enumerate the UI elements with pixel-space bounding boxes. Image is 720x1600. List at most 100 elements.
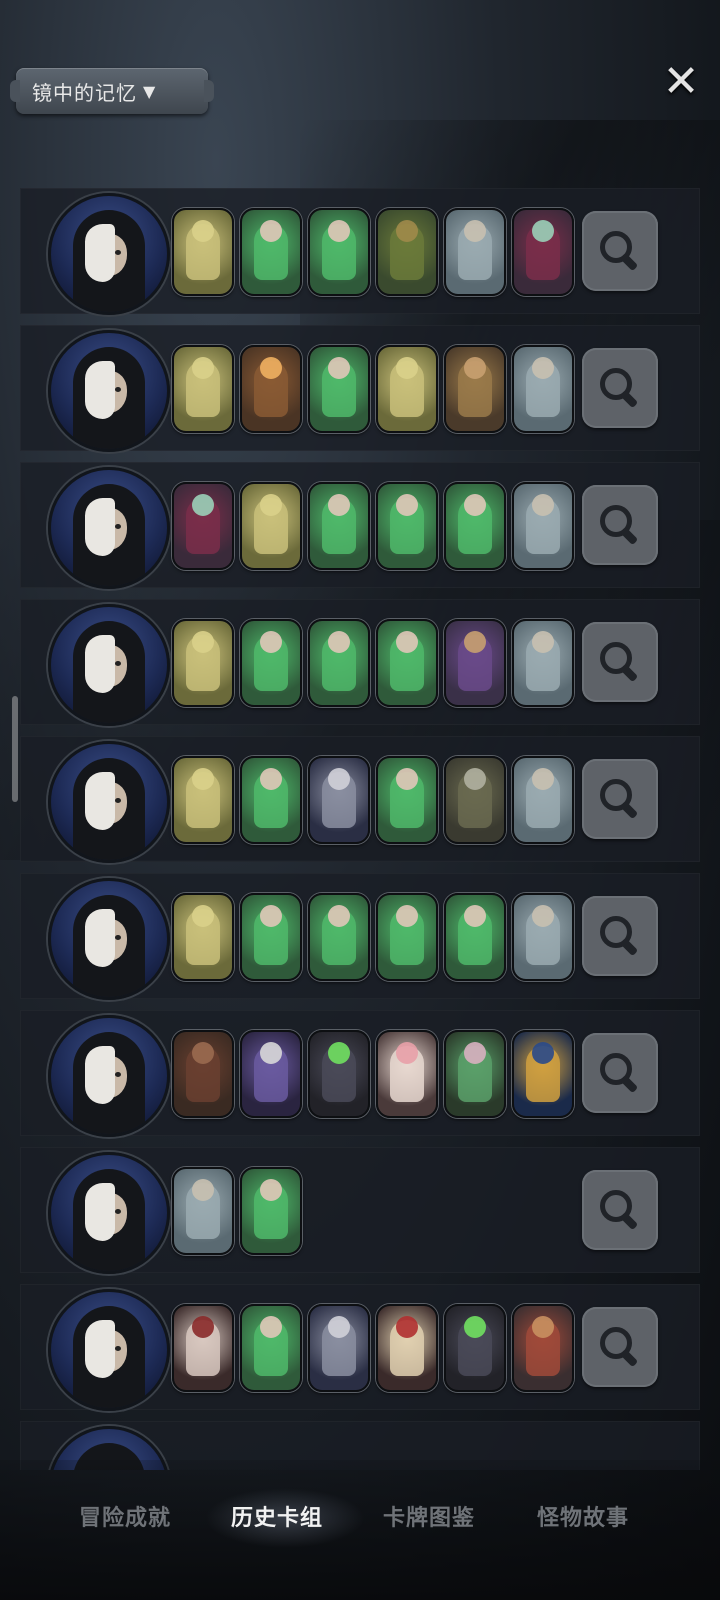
green-hair-sorceress-card[interactable]	[308, 619, 370, 707]
card-figure-head	[192, 768, 214, 790]
close-button[interactable]: ✕	[656, 56, 706, 107]
green-hair-sorceress-card[interactable]	[240, 893, 302, 981]
view-deck-button[interactable]	[582, 759, 658, 839]
card-figure-head	[396, 768, 418, 790]
tree-golem-card[interactable]	[240, 345, 302, 433]
tentacle-monster-card[interactable]	[172, 345, 234, 433]
card-figure-head	[396, 220, 418, 242]
card-figure-head	[328, 357, 350, 379]
horned-beast-card[interactable]	[376, 208, 438, 296]
hooded-mage-card[interactable]	[444, 619, 506, 707]
deck-row	[20, 1284, 700, 1411]
card-figure-head	[328, 494, 350, 516]
green-hair-sorceress-card[interactable]	[376, 619, 438, 707]
hero-avatar	[48, 741, 170, 863]
card-figure-head	[260, 631, 282, 653]
card-figure-head	[260, 1316, 282, 1338]
eye-shape	[115, 661, 121, 666]
eye-shape	[115, 250, 121, 255]
view-deck-button[interactable]	[582, 1307, 658, 1387]
view-deck-button[interactable]	[582, 348, 658, 428]
winged-demon-card[interactable]	[512, 756, 574, 844]
search-icon-handle	[619, 1074, 639, 1094]
tentacle-monster-card[interactable]	[172, 893, 234, 981]
view-deck-button[interactable]	[582, 211, 658, 291]
tab-history-decks[interactable]: 历史卡组	[197, 1500, 357, 1536]
card-figure-head	[192, 220, 214, 242]
hooded-assassin-card[interactable]	[308, 1030, 370, 1118]
green-hair-sorceress-card[interactable]	[240, 1167, 302, 1255]
green-hair-sorceress-card[interactable]	[376, 756, 438, 844]
deck-row	[20, 188, 700, 315]
scarecrow-card[interactable]	[444, 345, 506, 433]
card-figure-head	[260, 768, 282, 790]
card-figure-head	[396, 357, 418, 379]
dark-lady-card[interactable]	[172, 1030, 234, 1118]
hair-shape	[85, 1183, 115, 1241]
pharaoh-card[interactable]	[512, 1030, 574, 1118]
tab-card-collection[interactable]: 卡牌图鉴	[349, 1500, 509, 1536]
green-hair-sorceress-card[interactable]	[444, 482, 506, 570]
tentacle-monster-card[interactable]	[240, 482, 302, 570]
winged-demon-card[interactable]	[172, 1167, 234, 1255]
flower-witch-card[interactable]	[172, 482, 234, 570]
deck-row	[20, 1147, 700, 1274]
green-hair-sorceress-card[interactable]	[308, 482, 370, 570]
card-figure-head	[192, 1179, 214, 1201]
armored-knight-card[interactable]	[308, 756, 370, 844]
winged-demon-card[interactable]	[512, 482, 574, 570]
skeleton-mage-card[interactable]	[240, 1030, 302, 1118]
hero-avatar	[48, 1289, 170, 1411]
tentacle-monster-card[interactable]	[376, 345, 438, 433]
card-figure-head	[192, 494, 214, 516]
search-icon-handle	[619, 389, 639, 409]
winged-demon-card[interactable]	[444, 208, 506, 296]
eye-shape	[115, 1072, 121, 1077]
tab-monster-stories[interactable]: 怪物故事	[503, 1500, 663, 1536]
view-deck-button[interactable]	[582, 1170, 658, 1250]
green-hair-sorceress-card[interactable]	[240, 756, 302, 844]
card-figure-head	[260, 357, 282, 379]
card-figure-head	[192, 631, 214, 653]
eye-shape	[115, 524, 121, 529]
winged-demon-card[interactable]	[512, 345, 574, 433]
flower-witch-card[interactable]	[512, 208, 574, 296]
horned-cow-card[interactable]	[172, 1304, 234, 1392]
card-figure-head	[192, 1042, 214, 1064]
clown-card[interactable]	[376, 1304, 438, 1392]
hooded-assassin-card[interactable]	[444, 1304, 506, 1392]
deck-history-list[interactable]	[20, 188, 700, 1470]
dark-reaper-card[interactable]	[444, 756, 506, 844]
eye-shape	[115, 935, 121, 940]
winged-demon-card[interactable]	[512, 893, 574, 981]
green-hair-sorceress-card[interactable]	[240, 1304, 302, 1392]
green-hair-sorceress-card[interactable]	[308, 208, 370, 296]
tentacle-monster-card[interactable]	[172, 208, 234, 296]
pig-chef-card[interactable]	[376, 1030, 438, 1118]
card-figure-head	[396, 1042, 418, 1064]
green-hair-sorceress-card[interactable]	[308, 345, 370, 433]
mushroom-wizard-card[interactable]	[512, 1304, 574, 1392]
card-figure-head	[396, 1316, 418, 1338]
tab-adventure-achievements[interactable]: 冒险成就	[45, 1500, 205, 1536]
search-icon-handle	[619, 526, 639, 546]
view-deck-button[interactable]	[582, 1033, 658, 1113]
green-hair-sorceress-card[interactable]	[376, 893, 438, 981]
green-hair-sorceress-card[interactable]	[444, 893, 506, 981]
view-deck-button[interactable]	[582, 485, 658, 565]
view-deck-button[interactable]	[582, 896, 658, 976]
green-hair-sorceress-card[interactable]	[240, 619, 302, 707]
tentacle-monster-card[interactable]	[172, 619, 234, 707]
card-figure-head	[192, 1316, 214, 1338]
card-figure-head	[464, 905, 486, 927]
view-deck-button[interactable]	[582, 622, 658, 702]
armored-knight-card[interactable]	[308, 1304, 370, 1392]
card-figure-head	[532, 220, 554, 242]
green-hair-sorceress-card[interactable]	[308, 893, 370, 981]
winged-demon-card[interactable]	[512, 619, 574, 707]
green-imp-card[interactable]	[444, 1030, 506, 1118]
tentacle-monster-card[interactable]	[172, 756, 234, 844]
green-hair-sorceress-card[interactable]	[240, 208, 302, 296]
scrollbar[interactable]	[12, 696, 18, 802]
green-hair-sorceress-card[interactable]	[376, 482, 438, 570]
